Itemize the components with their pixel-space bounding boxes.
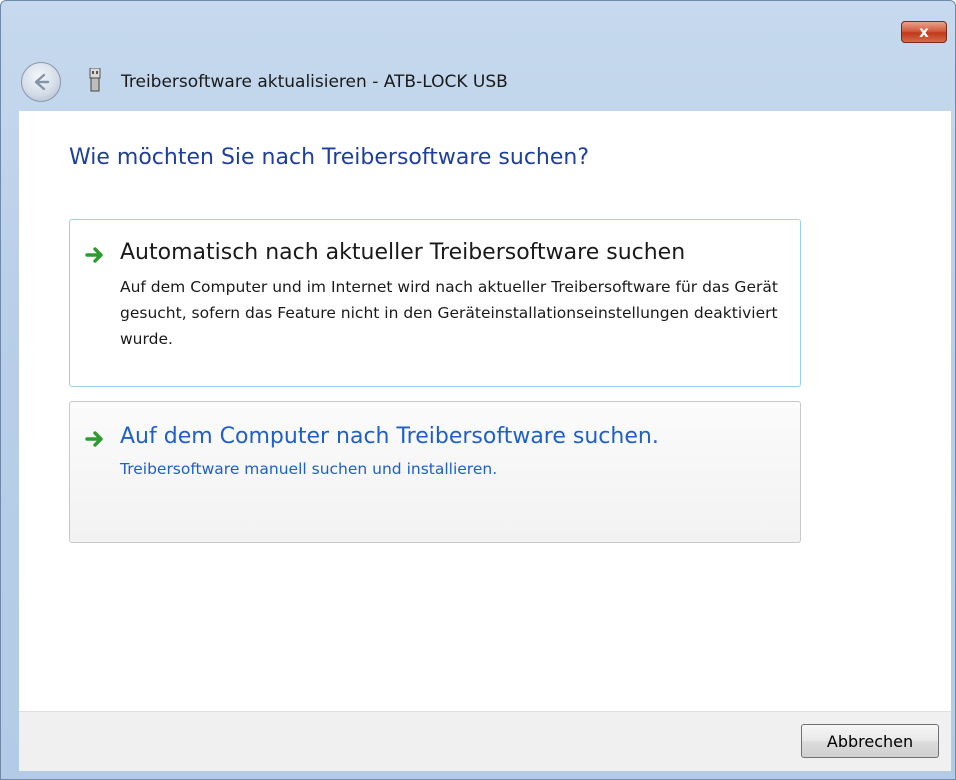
usb-device-icon [89,68,101,92]
green-arrow-icon [85,247,103,263]
option-auto-search-description: Auf dem Computer und im Internet wird na… [120,278,778,348]
close-button[interactable]: x [901,21,947,43]
option-manual-search[interactable]: Auf dem Computer nach Treibersoftware su… [69,401,801,543]
option-manual-search-description: Treibersoftware manuell suchen und insta… [120,460,498,478]
content-area: Wie möchten Sie nach Treibersoftware suc… [19,111,951,711]
option-auto-search[interactable]: Automatisch nach aktueller Treibersoftwa… [69,219,801,387]
page-heading: Wie möchten Sie nach Treibersoftware suc… [69,145,590,170]
navigation-bar: Treibersoftware aktualisieren - ATB-LOCK… [1,51,955,111]
option-auto-search-title: Automatisch nach aktueller Treibersoftwa… [120,240,686,265]
option-manual-search-title: Auf dem Computer nach Treibersoftware su… [120,424,659,449]
close-icon: x [919,22,929,41]
dialog-window: x Treibersoftware aktualisieren - ATB-LO… [0,0,956,780]
window-title: Treibersoftware aktualisieren - ATB-LOCK… [121,72,508,92]
back-button[interactable] [21,62,61,102]
dialog-footer: Abbrechen [19,711,951,771]
back-arrow-icon [34,73,50,91]
cancel-button[interactable]: Abbrechen [801,724,939,758]
title-bar: x [1,1,955,51]
green-arrow-icon [85,431,103,447]
